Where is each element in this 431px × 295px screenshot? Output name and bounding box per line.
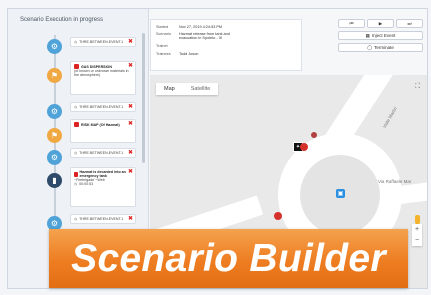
panel-title: Scenario Execution in progress (20, 17, 104, 23)
map-type-switch: Map Satellite (156, 83, 219, 95)
delete-card-icon[interactable]: ✖ (128, 39, 133, 45)
delete-card-icon[interactable]: ✖ (128, 216, 133, 222)
road-label: Via Raffaele Mar (378, 179, 412, 184)
scenario-info-panel: Started Nov 27, 2019 4:24:53 PM Scenario… (150, 19, 302, 71)
inject-icon: ▦ (365, 32, 370, 38)
bus-stop-icon: ▣ (336, 189, 345, 198)
delete-card-icon[interactable]: ✖ (128, 104, 133, 110)
event-tag-icon (74, 122, 79, 127)
trainees-label: Trainees (156, 52, 171, 56)
timeline-scrollbar[interactable] (142, 33, 145, 163)
clock-icon: ◷ (74, 182, 78, 186)
zoom-control: + − (412, 224, 422, 246)
next-button[interactable]: ⏭ (396, 19, 423, 28)
previous-button[interactable]: ⏮ (338, 19, 365, 28)
hazard-marker-icon[interactable] (300, 143, 308, 151)
started-value: Nov 27, 2019 4:24:53 PM (179, 25, 223, 29)
terminate-button[interactable]: ◯ Terminate (338, 43, 423, 52)
hazard-marker-icon[interactable] (274, 212, 282, 220)
delete-card-icon[interactable]: ✖ (128, 63, 133, 69)
clock-icon: ◷ (74, 151, 78, 155)
timeline-card[interactable]: ◷ THRE.BETWEEN.EVENT.1 ✖ (70, 214, 136, 224)
promo-banner: Scenario Builder (49, 229, 408, 288)
event-tag-icon (74, 171, 78, 177)
timeline-node-settings-icon[interactable]: ⚙ (47, 104, 62, 119)
play-button[interactable]: ▶ (367, 19, 394, 28)
timeline-node-settings-icon[interactable]: ⚙ (47, 39, 62, 54)
tab-satellite[interactable]: Satellite (183, 83, 219, 95)
fullscreen-icon[interactable]: ⛶ (415, 83, 420, 91)
map-pin-icon[interactable] (311, 132, 317, 138)
delete-card-icon[interactable]: ✖ (128, 150, 133, 156)
timeline-card[interactable]: ◷ THRE.BETWEEN.EVENT.1 ✖ (70, 148, 136, 158)
scenario-value: Hazmat release from tank and evacuation … (179, 32, 230, 40)
timeline-node-flag-icon[interactable]: ⚑ (47, 68, 62, 83)
trainer-label: Trainer (156, 44, 168, 48)
timeline-card[interactable]: ◷ THRE.BETWEEN.EVENT.1 ✖ (70, 37, 136, 47)
zoom-in-button[interactable]: + (415, 226, 419, 233)
scenario-label: Scenario (156, 32, 171, 36)
trainees-value: Todd Joson (179, 52, 199, 56)
execution-controls: ⏮ ▶ ⏭ ▦ Inject Event ◯ Terminate (338, 19, 424, 55)
timeline-node-flag-icon[interactable]: ⚑ (47, 128, 62, 143)
inject-event-button[interactable]: ▦ Inject Event (338, 31, 423, 40)
street-view-icon[interactable] (415, 215, 420, 224)
clock-icon: ◷ (74, 105, 78, 109)
delete-card-icon[interactable]: ✖ (128, 121, 133, 127)
started-label: Started (156, 25, 169, 29)
timeline-card[interactable]: GAS DISPERSION (of known or unknown mate… (70, 61, 136, 95)
tab-map[interactable]: Map (156, 83, 183, 95)
timeline-node-settings-icon[interactable]: ⚙ (47, 150, 62, 165)
zoom-out-button[interactable]: − (415, 237, 419, 244)
delete-card-icon[interactable]: ✖ (128, 169, 133, 175)
power-icon: ◯ (367, 44, 373, 50)
timeline-card[interactable]: ◷ THRE.BETWEEN.EVENT.1 ✖ (70, 102, 136, 112)
clock-icon: ◷ (74, 40, 78, 44)
banner-text: Scenario Builder (71, 236, 386, 280)
clock-icon: ◷ (74, 217, 78, 221)
timeline-node-document-icon[interactable]: ▮ (47, 173, 62, 188)
timeline-card[interactable]: RISK MAP (Of Hazmat) ✖ (70, 119, 136, 143)
timeline-card[interactable]: Hazmat is decanted into an emergency tan… (70, 167, 136, 207)
